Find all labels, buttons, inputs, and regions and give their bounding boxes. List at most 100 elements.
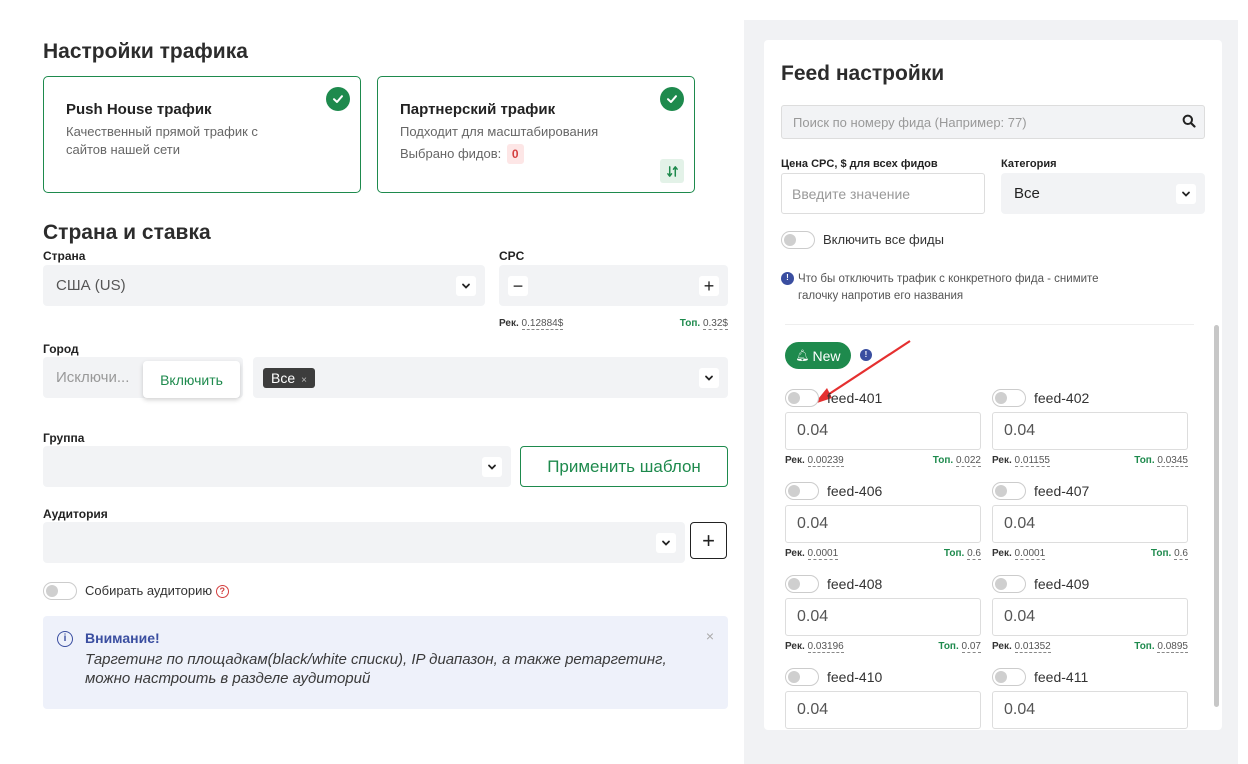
- alert-title: Внимание!: [85, 630, 160, 646]
- chevron-down-icon[interactable]: [456, 276, 476, 296]
- top-value: 0.6: [967, 548, 981, 560]
- group-label: Группа: [43, 431, 85, 445]
- apply-template-button[interactable]: Применить шаблон: [520, 446, 728, 487]
- feed-top: Топ. 0.0895: [992, 641, 1188, 653]
- cpc-top: Топ. 0.32$: [679, 318, 728, 330]
- feed-name: feed-409: [1034, 576, 1090, 592]
- feed-name: feed-411: [1034, 669, 1089, 685]
- chevron-down-icon[interactable]: [1176, 184, 1196, 204]
- top-value: 0.6: [1174, 548, 1188, 560]
- group-select[interactable]: [43, 446, 511, 487]
- feed-toggle[interactable]: [785, 482, 819, 500]
- top-value: 0.07: [961, 641, 981, 653]
- scrollbar[interactable]: [1214, 325, 1219, 707]
- country-label: Страна: [43, 249, 86, 263]
- selected-feeds-label: Выбрано фидов:: [400, 146, 502, 161]
- feed-top: Топ. 0.6: [992, 548, 1188, 560]
- top-value: 0.32$: [702, 318, 728, 330]
- feed-search-input[interactable]: Поиск по номеру фида (Например: 77): [781, 105, 1205, 139]
- feed-name: feed-410: [827, 669, 883, 685]
- top-label: Топ.: [679, 318, 701, 329]
- audience-select[interactable]: [43, 522, 685, 563]
- feed-cpc-input[interactable]: 0.04: [992, 505, 1188, 543]
- close-icon[interactable]: ×: [706, 628, 714, 644]
- include-option-button[interactable]: Включить: [143, 361, 240, 398]
- feed-top: Топ. 0.022: [785, 455, 981, 467]
- city-tag-label: Все: [271, 370, 296, 386]
- bell-icon: 🔔︎: [795, 350, 810, 362]
- feed-top: Топ. 0.0345: [992, 455, 1188, 467]
- feed-toggle[interactable]: [992, 482, 1026, 500]
- add-audience-button[interactable]: +: [690, 522, 727, 559]
- category-label: Категория: [1001, 158, 1057, 170]
- push-traffic-desc-1: Качественный прямой трафик с: [66, 124, 258, 139]
- check-icon: [660, 87, 684, 111]
- feed-name: feed-407: [1034, 483, 1090, 499]
- city-label: Город: [43, 342, 79, 356]
- tag-close-icon[interactable]: ×: [301, 375, 307, 386]
- selected-feeds-row: Выбрано фидов: 0: [400, 144, 672, 164]
- top-label: Топ.: [1150, 548, 1172, 559]
- sort-filter-icon[interactable]: [660, 159, 684, 183]
- collect-audience-toggle[interactable]: [43, 582, 77, 600]
- feed-cpc-input[interactable]: 0.04: [992, 412, 1188, 450]
- feed-cpc-input[interactable]: Введите значение: [781, 173, 985, 214]
- top-value: 0.0345: [1157, 455, 1188, 467]
- country-value: США (US): [56, 277, 126, 294]
- chevron-down-icon[interactable]: [482, 457, 502, 477]
- feed-name: feed-406: [827, 483, 883, 499]
- feed-cpc-input[interactable]: 0.04: [992, 691, 1188, 729]
- top-value: 0.022: [955, 455, 981, 467]
- top-label: Топ.: [1134, 455, 1155, 466]
- feed-toggle[interactable]: [992, 389, 1026, 407]
- top-label: Топ.: [938, 641, 959, 652]
- partner-traffic-desc: Подходит для масштабирования: [400, 124, 599, 139]
- help-icon[interactable]: ?: [215, 585, 229, 599]
- feed-cpc-input[interactable]: 0.04: [785, 691, 981, 729]
- category-value: Все: [1014, 185, 1040, 202]
- include-all-feeds-toggle[interactable]: [781, 231, 815, 249]
- info-icon: i: [57, 631, 73, 647]
- feed-toggle[interactable]: [992, 575, 1026, 593]
- feed-cpc-input[interactable]: 0.04: [785, 505, 981, 543]
- chevron-down-icon[interactable]: [656, 533, 676, 553]
- cpc-label: CPC: [499, 249, 525, 263]
- feed-name: feed-408: [827, 576, 883, 592]
- feed-toggle[interactable]: [785, 575, 819, 593]
- cpc-stepper[interactable]: − +: [499, 265, 728, 306]
- feed-top: Топ. 0.6: [785, 548, 981, 560]
- feed-cpc-input[interactable]: 0.04: [992, 598, 1188, 636]
- check-icon: [326, 87, 350, 111]
- feed-toggle[interactable]: [785, 668, 819, 686]
- city-tag: Все ×: [263, 368, 315, 388]
- audience-label: Аудитория: [43, 507, 108, 521]
- top-label: Топ.: [943, 548, 965, 559]
- feed-cpc-input[interactable]: 0.04: [785, 598, 981, 636]
- info-icon: !: [781, 272, 794, 285]
- feed-cpc-input[interactable]: 0.04: [785, 412, 981, 450]
- alert-text-2: можно настроить в разделе аудиторий: [85, 670, 371, 687]
- push-traffic-card[interactable]: Push House трафик Качественный прямой тр…: [43, 76, 361, 193]
- feed-name: feed-401: [827, 390, 883, 406]
- collect-audience-row: Собирать аудиторию ?: [85, 583, 229, 599]
- cpc-minus-button[interactable]: −: [508, 276, 528, 296]
- category-select[interactable]: Все: [1001, 173, 1205, 214]
- country-select[interactable]: США (US): [43, 265, 485, 306]
- feed-top: Топ. 0.07: [785, 641, 981, 653]
- cpc-plus-button[interactable]: +: [699, 276, 719, 296]
- selected-feeds-count: 0: [506, 144, 524, 164]
- rec-label: Рек.: [499, 318, 519, 329]
- chevron-down-icon[interactable]: [699, 368, 719, 388]
- exclude-option[interactable]: Исключи...: [56, 369, 129, 386]
- feed-settings-panel: Feed настройки Поиск по номеру фида (Нап…: [764, 40, 1222, 730]
- search-icon[interactable]: [1182, 114, 1196, 128]
- feed-toggle[interactable]: [785, 389, 819, 407]
- partner-traffic-card[interactable]: Партнерский трафик Подходит для масштаби…: [377, 76, 695, 193]
- feed-hint-2: галочку напротив его названия: [798, 290, 964, 302]
- push-traffic-title: Push House трафик: [66, 101, 212, 118]
- alert-text-1: Таргетинг по площадкам(black/white списк…: [85, 651, 667, 668]
- city-select[interactable]: Все ×: [253, 357, 728, 398]
- push-traffic-desc-2: сайтов нашей сети: [66, 142, 181, 157]
- feed-cpc-label: Цена CPC, $ для всех фидов: [781, 158, 938, 170]
- feed-toggle[interactable]: [992, 668, 1026, 686]
